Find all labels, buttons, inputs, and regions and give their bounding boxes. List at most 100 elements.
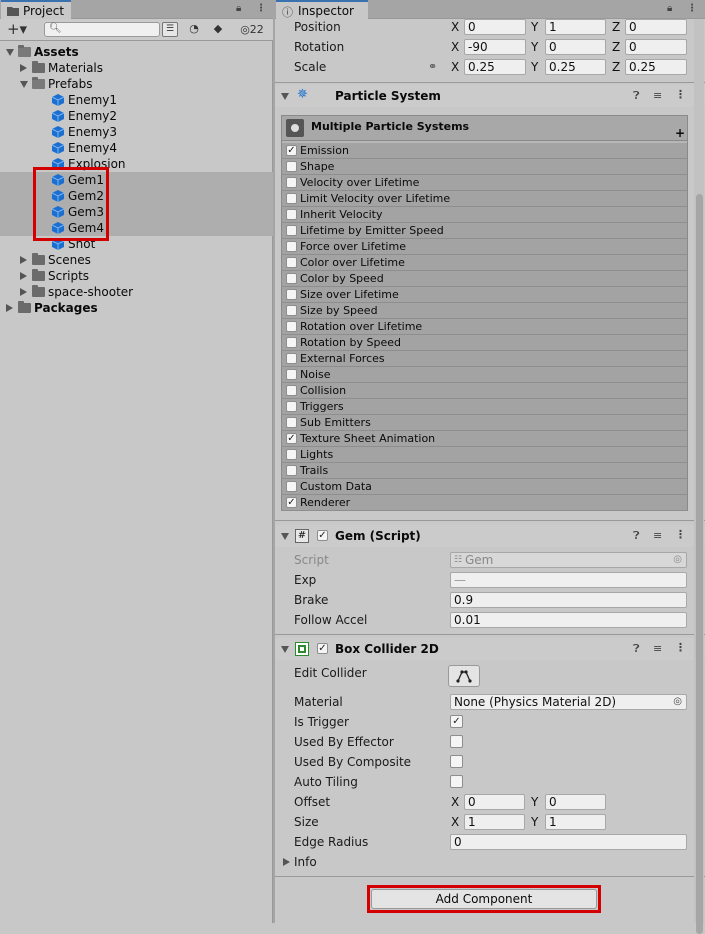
position-z-field[interactable]: 0 (625, 19, 687, 35)
tree-item-enemy2[interactable]: Enemy2 (0, 108, 273, 124)
module-checkbox[interactable]: ✓ (286, 145, 297, 156)
module-custom-data[interactable]: Custom Data (282, 479, 687, 495)
module-checkbox[interactable] (286, 449, 297, 460)
help-icon[interactable]: ❓︎ (633, 89, 640, 103)
expanded-arrow-icon[interactable] (6, 49, 14, 56)
scale-y-field[interactable]: 0.25 (545, 59, 606, 75)
position-x-field[interactable]: 0 (464, 19, 526, 35)
tree-item-prefabs[interactable]: Prefabs (0, 76, 273, 92)
module-checkbox[interactable] (286, 401, 297, 412)
filter-by-type-icon[interactable]: ◔ (186, 22, 202, 37)
module-checkbox[interactable] (286, 177, 297, 188)
tab-inspector[interactable]: ⓘ Inspector (276, 0, 368, 19)
tree-item-assets[interactable]: Assets (0, 44, 273, 60)
tree-item-scenes[interactable]: Scenes (0, 252, 273, 268)
object-picker-icon[interactable]: ◎ (673, 695, 682, 709)
module-checkbox[interactable] (286, 257, 297, 268)
is-trigger-checkbox[interactable]: ✓ (450, 715, 463, 728)
module-limit-velocity-over-lifetime[interactable]: Limit Velocity over Lifetime (282, 191, 687, 207)
module-checkbox[interactable] (286, 209, 297, 220)
hidden-packages-toggle[interactable]: ◎22 (234, 22, 270, 37)
module-rotation-over-lifetime[interactable]: Rotation over Lifetime (282, 319, 687, 335)
module-checkbox[interactable]: ✓ (286, 433, 297, 444)
size-y-field[interactable]: 1 (545, 814, 606, 830)
module-noise[interactable]: Noise (282, 367, 687, 383)
tree-item-enemy4[interactable]: Enemy4 (0, 140, 273, 156)
collapsed-arrow-icon[interactable] (6, 304, 13, 312)
module-checkbox[interactable] (286, 481, 297, 492)
info-foldout[interactable]: Info (294, 855, 317, 869)
component-menu-icon[interactable]: ⋮ (675, 88, 686, 101)
lock-icon[interactable]: 🔒︎ (236, 3, 241, 14)
module-external-forces[interactable]: External Forces (282, 351, 687, 367)
used-by-effector-checkbox[interactable] (450, 735, 463, 748)
scrollbar-thumb[interactable] (696, 194, 703, 934)
gem-script-header[interactable]: # ✓ Gem (Script) ❓︎ ≡ ⋮ (275, 525, 705, 547)
material-field[interactable]: None (Physics Material 2D) ◎ (450, 694, 687, 710)
tree-item-space-shooter[interactable]: space-shooter (0, 284, 273, 300)
size-x-field[interactable]: 1 (464, 814, 525, 830)
edit-collider-button[interactable] (448, 665, 480, 687)
rotation-x-field[interactable]: -90 (464, 39, 526, 55)
module-renderer[interactable]: ✓ Renderer (282, 495, 687, 511)
module-trails[interactable]: Trails (282, 463, 687, 479)
create-plus-button[interactable]: +▾ (4, 22, 30, 37)
brake-field[interactable]: 0.9 (450, 592, 687, 608)
offset-y-field[interactable]: 0 (545, 794, 606, 810)
tree-item-enemy1[interactable]: Enemy1 (0, 92, 273, 108)
used-by-composite-checkbox[interactable] (450, 755, 463, 768)
module-size-over-lifetime[interactable]: Size over Lifetime (282, 287, 687, 303)
info-expand-arrow-icon[interactable] (283, 858, 290, 866)
component-menu-icon[interactable]: ⋮ (675, 641, 686, 654)
constrain-proportions-icon[interactable]: ⚭ (428, 60, 437, 73)
presets-icon[interactable]: ≡ (653, 529, 662, 542)
inspector-more-icon[interactable]: ⋮ (687, 3, 697, 14)
module-triggers[interactable]: Triggers (282, 399, 687, 415)
presets-icon[interactable]: ≡ (653, 642, 662, 655)
offset-x-field[interactable]: 0 (464, 794, 525, 810)
module-shape[interactable]: Shape (282, 159, 687, 175)
module-checkbox[interactable] (286, 161, 297, 172)
help-icon[interactable]: ❓︎ (633, 642, 640, 656)
inspector-lock-icon[interactable]: 🔒︎ (667, 3, 672, 14)
collapse-arrow-icon[interactable] (281, 646, 289, 653)
module-checkbox[interactable] (286, 241, 297, 252)
module-checkbox[interactable] (286, 305, 297, 316)
module-checkbox[interactable] (286, 273, 297, 284)
module-size-by-speed[interactable]: Size by Speed (282, 303, 687, 319)
rotation-z-field[interactable]: 0 (625, 39, 687, 55)
collapsed-arrow-icon[interactable] (20, 272, 27, 280)
box-collider-header[interactable]: ✓ Box Collider 2D ❓︎ ≡ ⋮ (275, 638, 705, 660)
collapsed-arrow-icon[interactable] (20, 288, 27, 296)
follow-accel-field[interactable]: 0.01 (450, 612, 687, 628)
module-sub-emitters[interactable]: Sub Emitters (282, 415, 687, 431)
tab-project[interactable]: Project (1, 0, 71, 19)
module-emission[interactable]: ✓ Emission (282, 143, 687, 159)
module-force-over-lifetime[interactable]: Force over Lifetime (282, 239, 687, 255)
collapse-arrow-icon[interactable] (281, 93, 289, 100)
exp-field[interactable]: — (450, 572, 687, 588)
rotation-y-field[interactable]: 0 (545, 39, 606, 55)
tree-item-materials[interactable]: Materials (0, 60, 273, 76)
position-y-field[interactable]: 1 (545, 19, 606, 35)
expanded-arrow-icon[interactable] (20, 81, 28, 88)
module-velocity-over-lifetime[interactable]: Velocity over Lifetime (282, 175, 687, 191)
presets-icon[interactable]: ≡ (653, 89, 662, 102)
tree-item-scripts[interactable]: Scripts (0, 268, 273, 284)
module-checkbox[interactable] (286, 225, 297, 236)
component-menu-icon[interactable]: ⋮ (675, 528, 686, 541)
collapsed-arrow-icon[interactable] (20, 64, 27, 72)
add-particle-system-icon[interactable]: + (675, 126, 685, 140)
particle-system-header[interactable]: ✵ Particle System ❓︎ ≡ ⋮ (275, 85, 705, 107)
module-lights[interactable]: Lights (282, 447, 687, 463)
gem-script-enabled-checkbox[interactable]: ✓ (317, 530, 328, 541)
collapsed-arrow-icon[interactable] (20, 256, 27, 264)
module-checkbox[interactable] (286, 465, 297, 476)
module-checkbox[interactable] (286, 353, 297, 364)
module-checkbox[interactable] (286, 193, 297, 204)
collapse-arrow-icon[interactable] (281, 533, 289, 540)
scale-x-field[interactable]: 0.25 (464, 59, 526, 75)
help-icon[interactable]: ❓︎ (633, 529, 640, 543)
auto-tiling-checkbox[interactable] (450, 775, 463, 788)
module-checkbox[interactable] (286, 289, 297, 300)
